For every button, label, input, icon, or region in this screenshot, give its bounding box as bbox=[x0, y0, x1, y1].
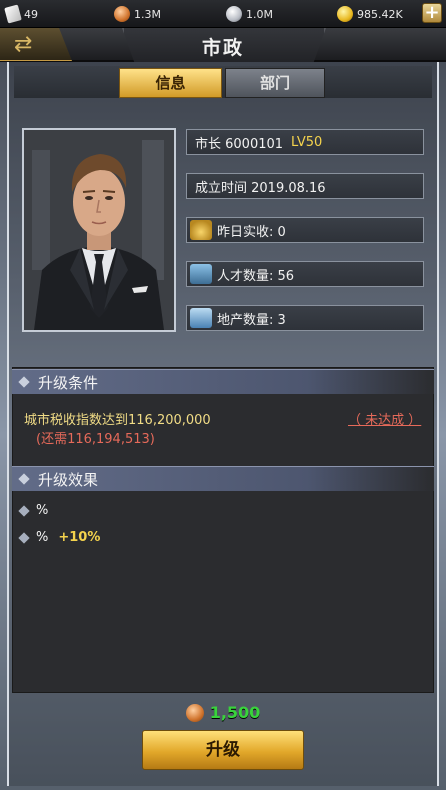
condition-status: （ 未达成 ） bbox=[348, 413, 422, 428]
effect-item: % +10% bbox=[18, 530, 101, 545]
gold-coin-icon bbox=[337, 6, 353, 22]
bullet-diamond-icon bbox=[18, 531, 30, 544]
property-count: 地产数量: 3 bbox=[217, 312, 286, 328]
gold-value: 985.42K bbox=[357, 7, 403, 21]
buildings-icon bbox=[190, 308, 212, 328]
resource-bar: 49 1.3M 1.0M 985.42K + bbox=[0, 0, 446, 28]
copper-value: 1.3M bbox=[134, 7, 161, 21]
upgrade-button[interactable]: 升级 bbox=[142, 730, 304, 770]
card-icon bbox=[4, 4, 22, 24]
upgrade-condition-header: 升级条件 bbox=[12, 369, 434, 394]
silver-value: 1.0M bbox=[246, 7, 273, 21]
silver-resource: 1.0M bbox=[226, 5, 273, 23]
copper-resource: 1.3M bbox=[114, 5, 161, 23]
copper-coin-icon bbox=[114, 6, 130, 22]
founded-date: 成立时间 2019.08.16 bbox=[195, 180, 326, 196]
condition-remaining: (还需116,194,513) bbox=[36, 432, 155, 447]
copper-coin-icon bbox=[185, 703, 204, 722]
upgrade-cost: 1,500 bbox=[0, 703, 446, 722]
upgrade-effect-title: 升级效果 bbox=[38, 470, 99, 489]
founded-row: 成立时间 2019.08.16 bbox=[186, 173, 424, 199]
tabs-row bbox=[14, 66, 432, 98]
cost-value: 1,500 bbox=[209, 703, 261, 722]
people-icon bbox=[190, 264, 212, 284]
mayor-portrait bbox=[22, 128, 176, 332]
mayor-level: LV50 bbox=[291, 134, 323, 150]
talent-row: 人才数量: 56 bbox=[186, 261, 424, 287]
condition-requirement: 城市税收指数达到116,200,000 bbox=[24, 413, 211, 428]
silver-coin-icon bbox=[226, 6, 242, 22]
tab-department[interactable]: 部门 bbox=[225, 68, 325, 98]
cards-value: 49 bbox=[24, 7, 38, 21]
bullet-diamond-icon bbox=[18, 504, 30, 517]
effect-item: % bbox=[18, 503, 49, 518]
add-currency-button[interactable]: + bbox=[422, 3, 442, 23]
effect-label: % bbox=[36, 530, 49, 545]
property-row: 地产数量: 3 bbox=[186, 305, 424, 331]
diamond-icon bbox=[18, 473, 30, 485]
income-row: 昨日实收: 0 bbox=[186, 217, 424, 243]
mayor-id-row: 市长 6000101 LV50 bbox=[186, 129, 424, 155]
cards-resource: 49 bbox=[4, 4, 38, 24]
coins-stack-icon bbox=[190, 220, 212, 240]
upgrade-effect-header: 升级效果 bbox=[12, 466, 434, 491]
talent-count: 人才数量: 56 bbox=[217, 268, 295, 284]
yesterday-income: 昨日实收: 0 bbox=[217, 224, 286, 240]
page-title: 市政 bbox=[201, 37, 244, 59]
gold-resource: 985.42K bbox=[337, 5, 403, 23]
effect-label: % bbox=[36, 503, 49, 518]
mayor-id: 市长 6000101 bbox=[195, 136, 284, 152]
diamond-icon bbox=[18, 376, 30, 388]
upgrade-condition-title: 升级条件 bbox=[38, 373, 99, 392]
effect-bonus: +10% bbox=[58, 530, 101, 545]
tab-info[interactable]: 信息 bbox=[119, 68, 222, 98]
